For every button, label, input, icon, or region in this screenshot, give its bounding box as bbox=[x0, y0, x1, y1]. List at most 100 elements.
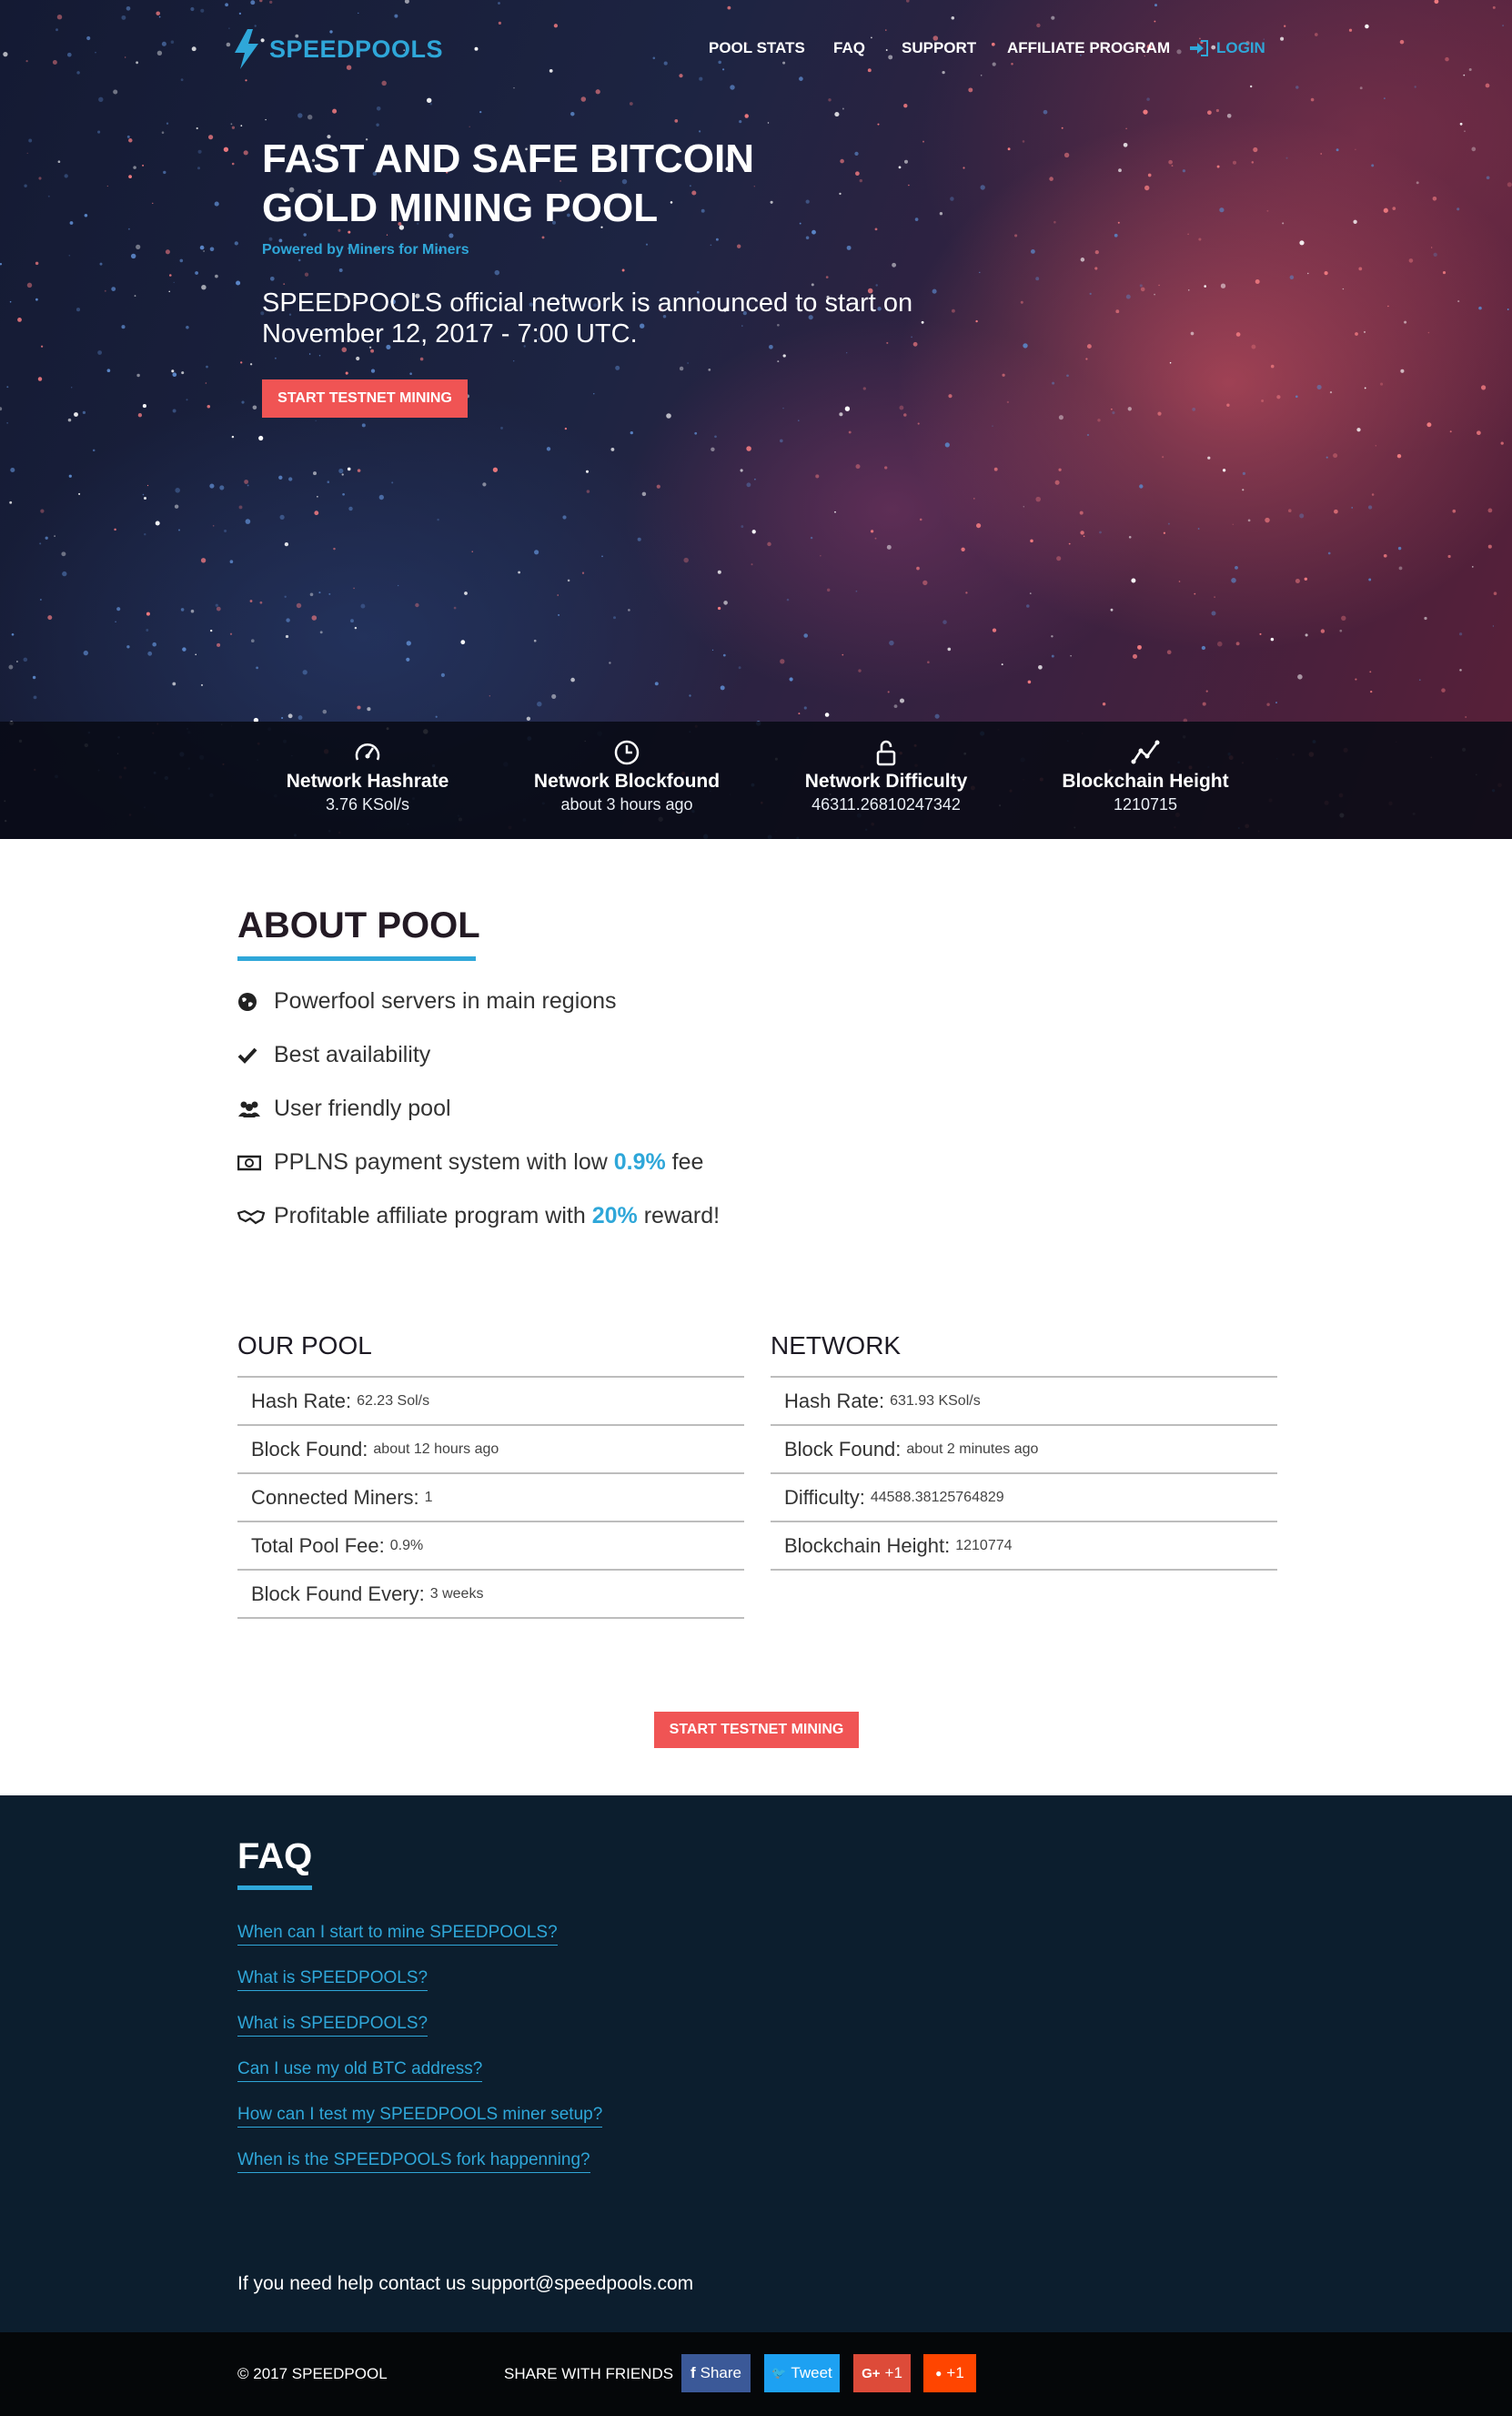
star-particle bbox=[1265, 517, 1270, 523]
faq-link[interactable]: How can I test my SPEEDPOOLS miner setup… bbox=[237, 2105, 603, 2128]
star-particle bbox=[1002, 373, 1005, 377]
star-particle bbox=[1481, 385, 1487, 390]
star-particle bbox=[1118, 168, 1122, 173]
faq-link[interactable]: When can I start to mine SPEEDPOOLS? bbox=[237, 1923, 558, 1946]
star-particle bbox=[259, 601, 263, 604]
reddit-button[interactable]: ● +1 bbox=[923, 2354, 976, 2392]
star-particle bbox=[628, 609, 630, 612]
star-particle bbox=[1471, 147, 1477, 152]
star-particle bbox=[533, 639, 537, 642]
star-particle bbox=[820, 555, 822, 557]
star-particle bbox=[1380, 382, 1384, 386]
star-particle bbox=[114, 528, 116, 531]
star-particle bbox=[862, 387, 866, 390]
star-particle bbox=[460, 640, 466, 645]
star-particle bbox=[1477, 430, 1481, 436]
twitter-tweet-button[interactable]: 🐦 Tweet bbox=[764, 2354, 840, 2392]
star-particle bbox=[1154, 4, 1157, 7]
star-particle bbox=[1147, 173, 1152, 177]
star-particle bbox=[1030, 539, 1033, 543]
star-particle bbox=[803, 706, 807, 710]
nav-affiliate-program[interactable]: AFFILIATE PROGRAM bbox=[1007, 39, 1170, 57]
logo[interactable]: SPEEDPOOLS bbox=[231, 27, 443, 71]
nav-faq[interactable]: FAQ bbox=[833, 39, 865, 57]
star-particle bbox=[166, 122, 169, 125]
star-particle bbox=[621, 268, 625, 272]
faq-link[interactable]: When is the SPEEDPOOLS fork happenning? bbox=[237, 2150, 590, 2173]
star-particle bbox=[209, 247, 215, 252]
star-particle bbox=[950, 197, 954, 201]
star-particle bbox=[426, 97, 432, 104]
star-particle bbox=[963, 167, 965, 169]
star-particle bbox=[1359, 86, 1363, 90]
stat-value: about 3 hours ago bbox=[560, 795, 693, 814]
google-plus-button[interactable]: G+ +1 bbox=[853, 2354, 911, 2392]
star-particle bbox=[287, 713, 293, 719]
star-particle bbox=[782, 407, 784, 409]
star-particle bbox=[1247, 519, 1251, 522]
star-particle bbox=[128, 175, 132, 178]
start-testnet-mining-button[interactable]: START TESTNET MINING bbox=[262, 379, 468, 418]
star-particle bbox=[1143, 109, 1148, 115]
star-particle bbox=[877, 123, 880, 126]
star-particle bbox=[286, 618, 290, 622]
faq-link[interactable]: What is SPEEDPOOLS? bbox=[237, 2014, 428, 2037]
star-particle bbox=[1320, 153, 1323, 155]
star-particle bbox=[1400, 369, 1405, 373]
star-particle bbox=[419, 357, 424, 361]
star-particle bbox=[1125, 127, 1127, 130]
star-particle bbox=[97, 130, 101, 134]
star-particle bbox=[158, 15, 161, 18]
star-particle bbox=[980, 75, 983, 76]
star-particle bbox=[181, 371, 185, 375]
star-particle bbox=[1198, 238, 1202, 241]
nav-pool-stats[interactable]: POOL STATS bbox=[709, 39, 805, 57]
star-particle bbox=[1408, 258, 1414, 263]
stat-label: Network Difficulty bbox=[804, 771, 968, 792]
star-particle bbox=[9, 500, 13, 504]
star-particle bbox=[171, 369, 175, 373]
star-particle bbox=[116, 607, 121, 612]
nav-support[interactable]: SUPPORT bbox=[902, 39, 976, 57]
star-particle bbox=[1056, 556, 1062, 561]
star-particle bbox=[1427, 331, 1430, 334]
star-particle bbox=[1261, 399, 1265, 402]
star-particle bbox=[1369, 671, 1372, 673]
star-particle bbox=[113, 89, 118, 95]
table-row: Total Pool Fee: 0.9% bbox=[237, 1522, 744, 1571]
star-particle bbox=[1086, 433, 1090, 437]
star-particle bbox=[948, 394, 953, 399]
star-particle bbox=[679, 74, 683, 78]
star-particle bbox=[1398, 566, 1403, 571]
star-particle bbox=[654, 682, 659, 686]
star-particle bbox=[229, 632, 233, 635]
start-testnet-mining-button-2[interactable]: START TESTNET MINING bbox=[654, 1712, 859, 1748]
star-particle bbox=[250, 0, 256, 5]
star-particle bbox=[121, 15, 126, 20]
star-particle bbox=[754, 478, 756, 480]
star-particle bbox=[1066, 374, 1069, 378]
star-particle bbox=[429, 102, 432, 106]
login-link[interactable]: LOGIN bbox=[1189, 39, 1265, 57]
faq-link[interactable]: Can I use my old BTC address? bbox=[237, 2059, 483, 2082]
star-particle bbox=[1326, 456, 1328, 459]
star-particle bbox=[104, 289, 106, 292]
star-particle bbox=[172, 372, 177, 378]
star-particle bbox=[1364, 387, 1366, 389]
star-particle bbox=[1396, 453, 1402, 459]
star-particle bbox=[40, 599, 42, 601]
star-particle bbox=[666, 413, 671, 419]
star-particle bbox=[908, 184, 910, 187]
star-particle bbox=[342, 492, 345, 496]
star-particle bbox=[308, 353, 311, 355]
facebook-share-button[interactable]: f Share bbox=[681, 2354, 751, 2392]
star-particle bbox=[142, 164, 145, 167]
star-particle bbox=[826, 588, 831, 592]
star-particle bbox=[82, 410, 86, 415]
star-particle bbox=[1353, 219, 1357, 224]
star-particle bbox=[751, 530, 756, 534]
star-particle bbox=[133, 166, 136, 169]
users-icon bbox=[238, 1101, 260, 1117]
star-particle bbox=[249, 363, 253, 366]
faq-link[interactable]: What is SPEEDPOOLS? bbox=[237, 1968, 428, 1991]
